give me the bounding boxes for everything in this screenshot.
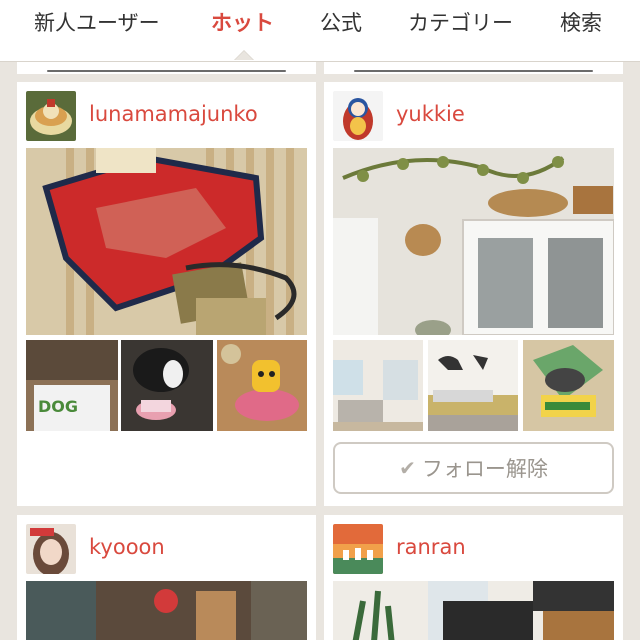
snack-box-photo — [523, 340, 614, 431]
unfollow-button[interactable]: ✔ フォロー解除 — [333, 442, 614, 494]
main-photo[interactable] — [333, 148, 614, 335]
user-card: lunamamajunko DOG — [17, 82, 316, 506]
top-tab-bar: 新人ユーザー ホット 公式 カテゴリー 検索 — [0, 0, 640, 62]
svg-text:DOG: DOG — [38, 397, 78, 416]
tab-category[interactable]: カテゴリー — [408, 8, 513, 38]
thumbnail-photo[interactable] — [121, 340, 213, 431]
thumbnail-photo[interactable] — [523, 340, 614, 431]
landscape-avatar-icon — [333, 524, 383, 574]
cake-avatar-icon — [26, 91, 76, 141]
white-room-shelf-photo — [333, 148, 614, 335]
user-card: ranran — [324, 515, 623, 640]
thumbnail-photo[interactable] — [217, 340, 307, 431]
tab-hot[interactable]: ホット — [211, 8, 274, 38]
previous-card-bottom-left — [17, 62, 316, 74]
matryoshka-avatar-icon — [333, 91, 383, 141]
user-avatar[interactable] — [333, 524, 383, 574]
dog-with-cake-photo — [121, 340, 213, 431]
tab-official[interactable]: 公式 — [320, 8, 362, 38]
active-tab-indicator — [234, 50, 254, 60]
thumbnail-photo[interactable]: DOG — [26, 340, 118, 431]
living-room-photo — [333, 340, 423, 431]
main-photo[interactable] — [26, 148, 307, 335]
unfollow-button-label: フォロー解除 — [421, 457, 548, 481]
thumbnail-photo[interactable] — [428, 340, 518, 431]
tab-search[interactable]: 検索 — [560, 8, 602, 38]
username[interactable]: ranran — [396, 535, 466, 559]
kids-room-photo — [428, 340, 518, 431]
tab-new-users[interactable]: 新人ユーザー — [34, 8, 160, 38]
main-photo[interactable] — [26, 581, 307, 640]
dog-harness-photo — [26, 148, 307, 335]
previous-card-bottom-right — [324, 62, 623, 74]
user-card: yukkie ✔ フォロー解除 — [324, 82, 623, 506]
user-avatar[interactable] — [26, 524, 76, 574]
username[interactable]: kyooon — [89, 535, 165, 559]
character-cake-photo — [217, 340, 307, 431]
username[interactable]: yukkie — [396, 102, 465, 126]
thumbnail-photo[interactable] — [333, 340, 423, 431]
main-photo[interactable] — [333, 581, 614, 640]
check-icon: ✔ — [399, 456, 416, 480]
room-decor-photo — [26, 581, 307, 640]
user-avatar[interactable] — [333, 91, 383, 141]
username[interactable]: lunamamajunko — [89, 102, 258, 126]
user-avatar[interactable] — [26, 91, 76, 141]
dog-bag-photo: DOG — [26, 340, 118, 431]
storage-room-photo — [333, 581, 614, 640]
user-card: kyooon — [17, 515, 316, 640]
girl-portrait-avatar-icon — [26, 524, 76, 574]
